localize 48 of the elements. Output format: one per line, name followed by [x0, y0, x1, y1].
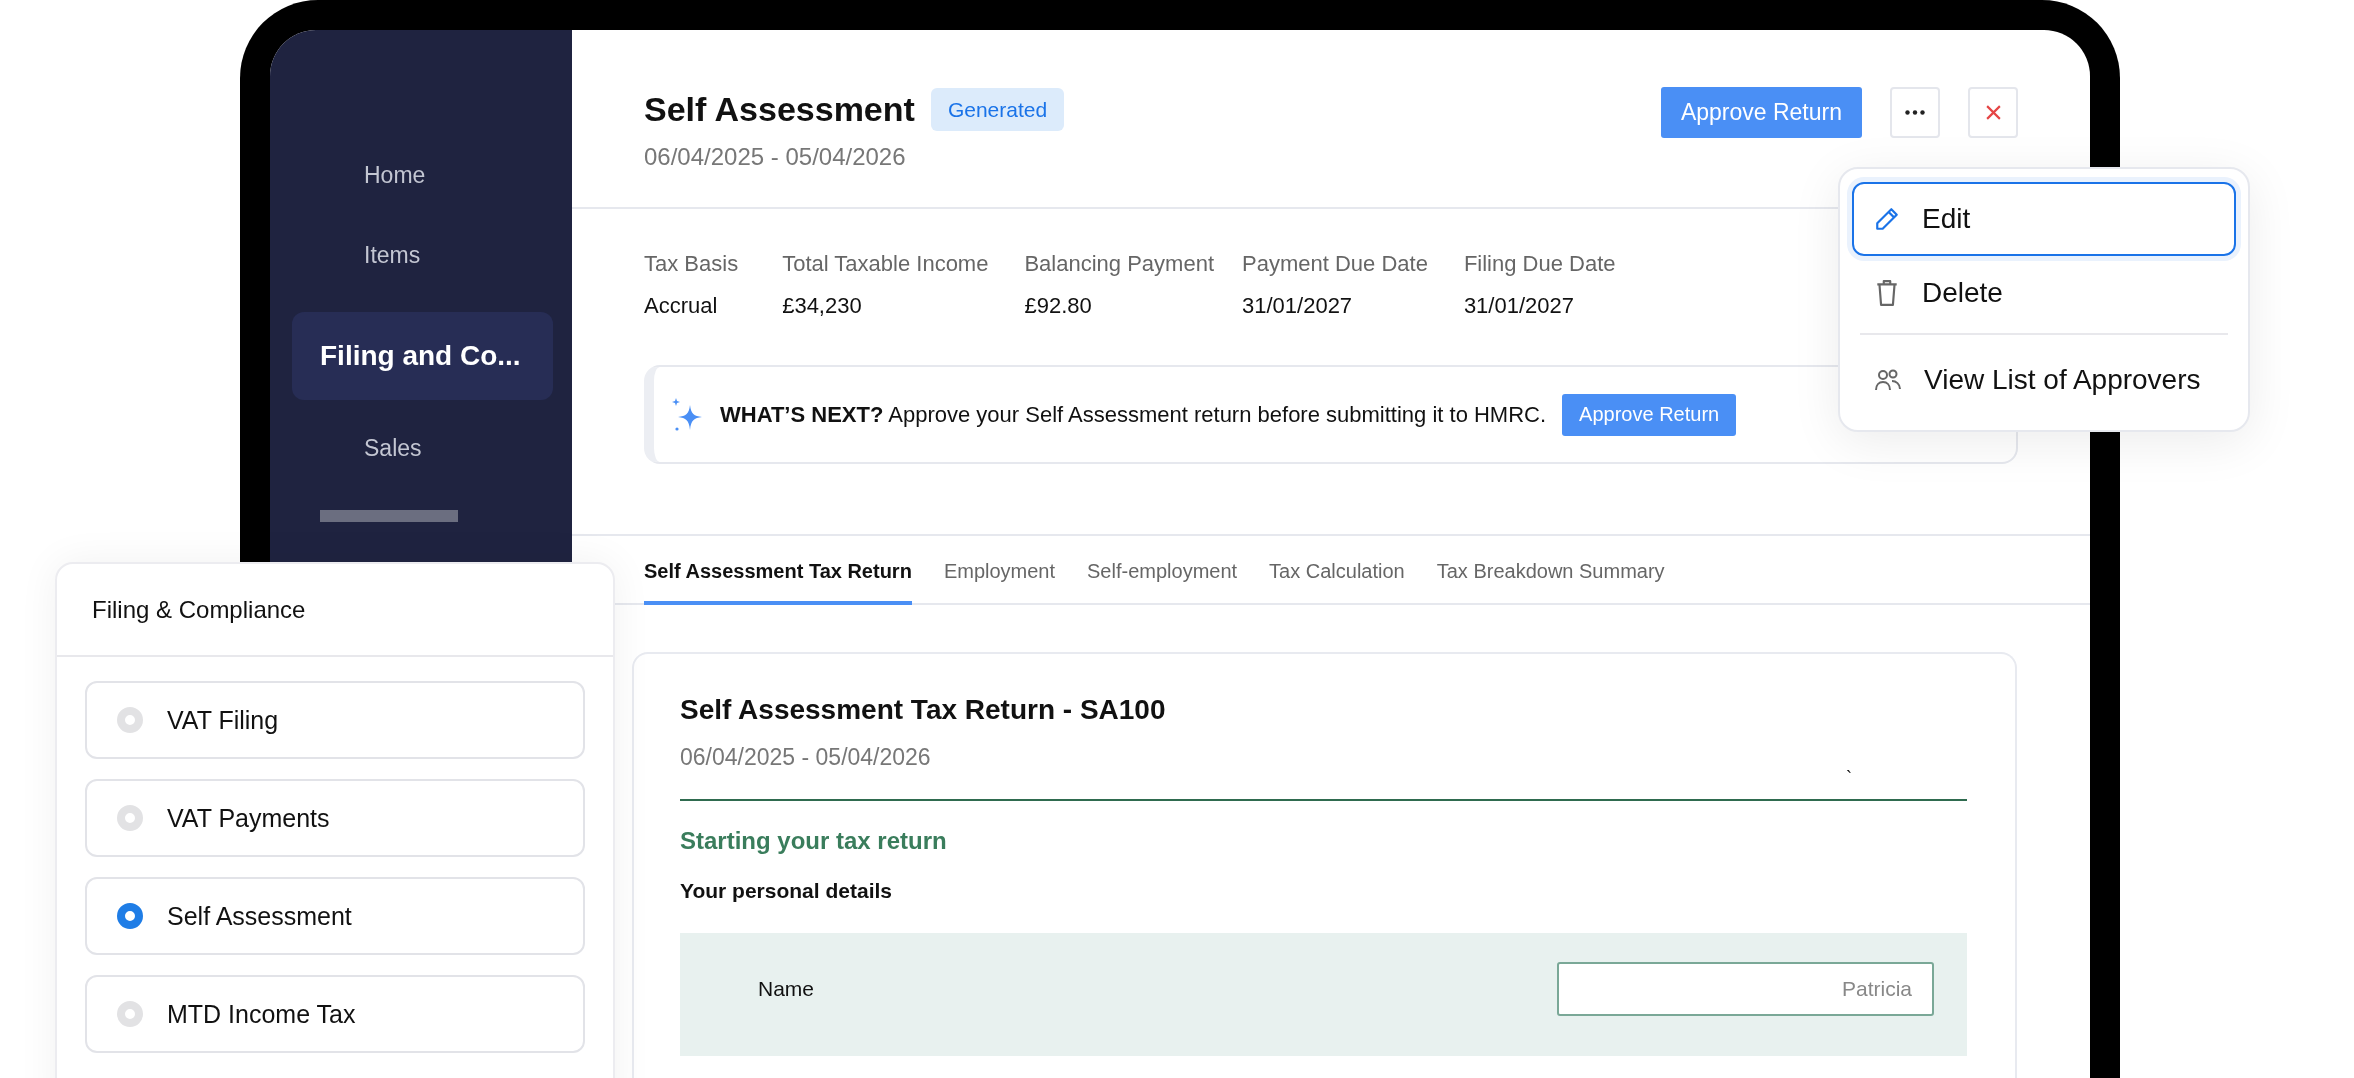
form-title: Self Assessment Tax Return - SA100: [680, 694, 1167, 726]
menu-item[interactable]: View List of Approvers: [1852, 343, 2236, 417]
summary-label: Filing Due Date: [1463, 251, 1616, 277]
more-button[interactable]: [1890, 87, 1940, 138]
filing-option[interactable]: VAT Payments: [85, 779, 585, 857]
close-button[interactable]: [1968, 87, 2018, 138]
sidebar-item[interactable]: Filing and Co...: [292, 312, 553, 400]
sidebar-item[interactable]: Items: [270, 215, 572, 295]
summary-value: £34,230: [782, 293, 863, 319]
radio-button[interactable]: [117, 903, 143, 929]
stray-mark: `: [1846, 771, 1852, 785]
page-title: Self Assessment: [644, 89, 915, 130]
summary-value: 31/01/2027: [1242, 293, 1354, 319]
option-label: VAT Payments: [167, 803, 330, 833]
filing-option[interactable]: Self Assessment: [85, 877, 585, 955]
summary-value: Accrual: [644, 293, 719, 319]
sidebar-item[interactable]: Sales: [270, 408, 572, 488]
summary-label: Total Taxable Income: [782, 251, 989, 277]
option-label: VAT Filing: [167, 705, 279, 735]
period-text: 06/04/2025 - 05/04/2026: [644, 143, 907, 171]
sidebar-item[interactable]: Home: [270, 135, 572, 215]
name-field[interactable]: Patricia: [1557, 962, 1934, 1016]
close-icon: [1984, 104, 2002, 121]
section-heading: Starting your tax return: [680, 827, 948, 855]
tab[interactable]: Tax Breakdown Summary: [1436, 560, 1665, 605]
field-label: Name: [758, 977, 815, 1001]
option-label: MTD Income Tax: [167, 999, 356, 1029]
option-label: Self Assessment: [167, 901, 352, 931]
more-icon: [1905, 110, 1925, 115]
summary-label: Balancing Payment: [1024, 251, 1214, 277]
pencil-icon: [1874, 205, 1900, 232]
filing-option[interactable]: VAT Filing: [85, 681, 585, 759]
filing-option[interactable]: MTD Income Tax: [85, 975, 585, 1053]
subsection-heading: Your personal details: [680, 879, 893, 903]
notice-text: WHAT’S NEXT? Approve your Self Assessment return before submitting it to HMRC.: [720, 401, 1547, 428]
summary-label: Payment Due Date: [1242, 251, 1428, 277]
tab[interactable]: Tax Calculation: [1269, 560, 1405, 605]
trash-icon: [1874, 278, 1900, 307]
tab[interactable]: Employment: [943, 560, 1056, 605]
summary-label: Tax Basis: [644, 251, 739, 277]
summary-value: 31/01/2027: [1463, 293, 1575, 319]
panel-title: Filing & Compliance: [57, 564, 613, 657]
menu-item[interactable]: Delete: [1852, 255, 2236, 330]
tab[interactable]: Self Assessment Tax Return: [644, 560, 912, 605]
form-period: 06/04/2025 - 05/04/2026: [680, 744, 932, 771]
summary-value: £92.80: [1024, 293, 1093, 319]
status-badge: Generated: [930, 87, 1065, 131]
tab[interactable]: Self-employment: [1087, 560, 1238, 605]
